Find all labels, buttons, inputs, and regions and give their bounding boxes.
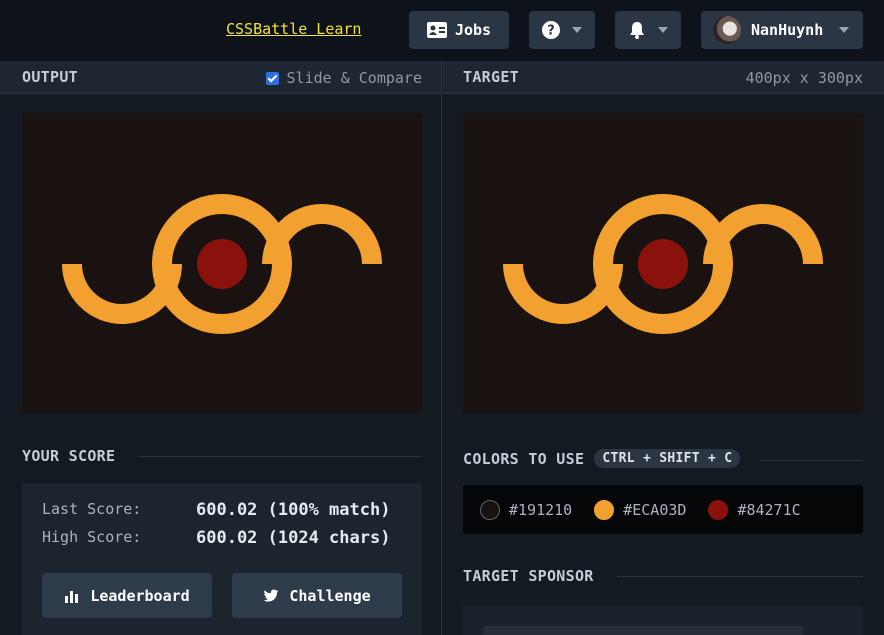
color-dot <box>594 499 615 520</box>
output-title: OUTPUT <box>22 68 78 86</box>
copy-colors-shortcut: CTRL + SHIFT + C <box>594 449 741 468</box>
color-swatch[interactable]: #191210 <box>480 499 573 520</box>
help-menu-button[interactable]: ? <box>529 11 595 49</box>
slide-compare-toggle[interactable]: Slide & Compare <box>265 69 422 87</box>
jobs-label: Jobs <box>454 21 492 39</box>
cssbattle-learn-link[interactable]: CSSBattle Learn <box>226 20 361 38</box>
target-art <box>503 194 823 334</box>
section-rule <box>617 576 863 577</box>
target-sponsor-title: TARGET SPONSOR <box>463 567 594 585</box>
sponsor-panel <box>463 606 863 635</box>
color-dot <box>708 499 729 520</box>
high-score-label: High Score: <box>42 528 142 546</box>
color-hex-label: #84271C <box>737 500 801 519</box>
avatar <box>713 16 741 44</box>
notifications-button[interactable] <box>615 11 681 49</box>
user-menu-button[interactable]: NanHuynh <box>701 11 863 49</box>
jobs-button[interactable]: Jobs <box>409 11 509 49</box>
slide-compare-label: Slide & Compare <box>286 69 422 87</box>
color-swatch[interactable]: #ECA03D <box>594 499 687 520</box>
panel-divider <box>441 61 442 635</box>
last-score-value: 600.02 (100% match) <box>196 500 391 520</box>
leaderboard-button[interactable]: Leaderboard <box>42 573 212 618</box>
colors-title: COLORS TO USE <box>463 449 585 468</box>
sponsor-card[interactable] <box>483 626 803 635</box>
color-hex-label: #191210 <box>509 500 573 519</box>
chevron-down-icon <box>572 27 582 33</box>
output-art <box>62 194 382 334</box>
high-score-row: High Score: 600.02 (1024 chars) <box>42 528 390 548</box>
color-swatch[interactable]: #84271C <box>708 499 801 520</box>
target-title: TARGET <box>463 68 519 86</box>
output-preview[interactable] <box>22 113 422 413</box>
challenge-button[interactable]: Challenge <box>232 573 402 618</box>
your-score-title: YOUR SCORE <box>22 447 116 465</box>
chevron-down-icon <box>658 27 668 33</box>
id-card-icon <box>426 22 447 38</box>
colors-header: COLORS TO USE CTRL + SHIFT + C <box>463 449 741 468</box>
slide-compare-checkbox[interactable] <box>265 71 279 85</box>
chevron-down-icon <box>839 27 850 33</box>
section-rule <box>138 456 422 457</box>
color-hex-label: #ECA03D <box>623 500 687 519</box>
bell-icon <box>630 22 644 39</box>
leaderboard-label: Leaderboard <box>90 586 190 605</box>
last-score-label: Last Score: <box>42 500 142 518</box>
svg-text:?: ? <box>547 24 555 39</box>
high-score-value: 600.02 (1024 chars) <box>196 528 391 548</box>
top-navigation-bar: CSSBattle Learn Jobs ? NanHuynh <box>0 0 884 61</box>
question-circle-icon: ? <box>542 21 560 39</box>
color-dot <box>480 499 500 520</box>
score-panel: Last Score: 600.02 (100% match) High Sco… <box>22 483 422 635</box>
color-swatch-list: #191210 #ECA03D #84271C <box>463 485 863 534</box>
target-dimensions: 400px x 300px <box>745 69 863 87</box>
target-preview <box>463 113 863 413</box>
last-score-row: Last Score: 600.02 (100% match) <box>42 500 390 520</box>
target-panel-header: TARGET 400px x 300px <box>442 61 884 94</box>
bar-chart-icon <box>65 590 79 603</box>
twitter-icon <box>264 589 279 602</box>
output-panel-header: OUTPUT Slide & Compare <box>0 61 441 94</box>
section-rule <box>760 460 863 461</box>
challenge-label: Challenge <box>289 586 371 605</box>
username-label: NanHuynh <box>751 21 824 39</box>
